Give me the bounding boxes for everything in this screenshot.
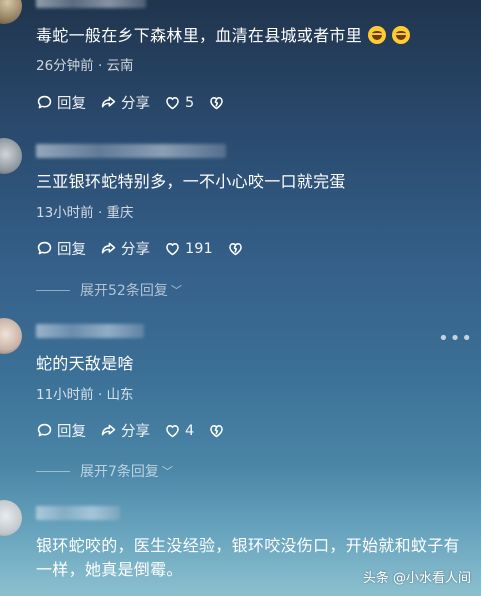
expand-replies-label: 展开7条回复 [80, 464, 159, 480]
reply-label: 回复 [57, 96, 86, 112]
reply-button[interactable]: 回复 [36, 238, 86, 259]
broken-heart-icon [210, 97, 224, 110]
comment-actions: 回复 分享 4 [36, 420, 239, 441]
reply-button[interactable]: 回复 [36, 92, 86, 113]
share-arrow-icon [101, 96, 116, 108]
divider-line [36, 289, 70, 291]
chevron-down-icon: ﹀ [161, 465, 173, 478]
username-blurred[interactable] [36, 324, 144, 338]
heart-icon [166, 243, 179, 256]
watermark: 头条 @小水看人间 [362, 571, 471, 586]
comment-meta: 11小时前 · 山东 [36, 387, 134, 403]
like-count: 4 [185, 422, 195, 439]
share-label: 分享 [121, 96, 150, 112]
comment-meta: 26分钟前 · 云南 [36, 58, 134, 74]
speech-bubble-icon [37, 423, 52, 437]
like-count: 5 [185, 94, 195, 111]
share-arrow-icon [101, 242, 116, 254]
comment-text: 三亚银环蛇特别多，一不小心咬一口就完蛋 [36, 172, 346, 191]
reply-label: 回复 [57, 424, 86, 440]
avatar[interactable] [0, 500, 22, 536]
like-button[interactable]: 191 [164, 240, 213, 257]
username-blurred[interactable] [36, 144, 226, 158]
heart-icon [166, 97, 179, 110]
avatar[interactable] [0, 0, 22, 24]
username-blurred[interactable] [36, 506, 120, 520]
broken-heart-icon [210, 425, 224, 438]
divider-line [36, 470, 70, 472]
heart-icon [166, 425, 179, 438]
dislike-button[interactable] [208, 422, 225, 439]
more-options-button[interactable]: ••• [438, 328, 473, 349]
share-button[interactable]: 分享 [100, 92, 150, 113]
share-button[interactable]: 分享 [100, 238, 150, 259]
reply-button[interactable]: 回复 [36, 420, 86, 441]
comment-text: 蛇的天敌是啥 [36, 354, 134, 373]
comment-text: 毒蛇一般在乡下森林里，血清在县城或者市里 [36, 24, 476, 48]
avatar[interactable] [0, 138, 22, 174]
avatar[interactable] [0, 318, 22, 354]
share-label: 分享 [121, 424, 150, 440]
comment-meta: 13小时前 · 重庆 [36, 205, 134, 221]
reply-label: 回复 [57, 242, 86, 258]
dislike-button[interactable] [227, 240, 244, 257]
share-button[interactable]: 分享 [100, 420, 150, 441]
like-button[interactable]: 5 [164, 94, 194, 111]
share-label: 分享 [121, 242, 150, 258]
laughing-tears-emoji-icon [368, 26, 387, 44]
dislike-button[interactable] [208, 94, 225, 111]
broken-heart-icon [228, 243, 242, 256]
expand-replies-button[interactable]: 展开7条回复 ﹀ [36, 461, 173, 481]
speech-bubble-icon [37, 95, 52, 109]
like-count: 191 [185, 240, 213, 257]
speech-bubble-icon [37, 241, 52, 255]
comment-text-content: 毒蛇一般在乡下森林里，血清在县城或者市里 [36, 26, 363, 45]
comment-actions: 回复 分享 5 [36, 92, 239, 113]
username-blurred[interactable] [36, 0, 146, 8]
laughing-tears-emoji-icon [392, 26, 411, 44]
expand-replies-button[interactable]: 展开52条回复 ﹀ [36, 280, 182, 300]
chevron-down-icon: ﹀ [170, 284, 182, 297]
like-button[interactable]: 4 [164, 422, 194, 439]
expand-replies-label: 展开52条回复 [80, 283, 168, 299]
share-arrow-icon [101, 424, 116, 436]
comment-actions: 回复 分享 191 [36, 238, 258, 259]
